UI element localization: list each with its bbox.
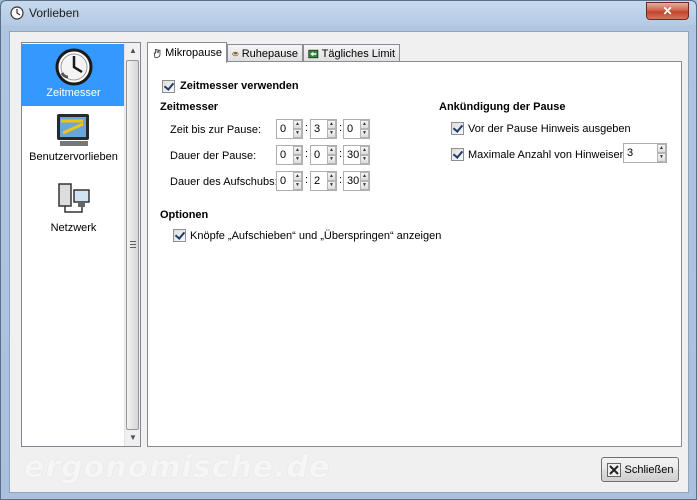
show-hint-label: Vor der Pause Hinweis ausgeben bbox=[468, 123, 631, 135]
scroll-down-icon[interactable]: ▼ bbox=[125, 430, 141, 446]
separator: : bbox=[339, 148, 343, 160]
watermark: ergonomische.de bbox=[24, 450, 331, 485]
sidebar-item-netzwerk[interactable]: Netzwerk bbox=[22, 176, 125, 238]
time-until-break-minutes[interactable]: 3 ▲ ▼ bbox=[310, 119, 337, 139]
clock-icon bbox=[55, 48, 92, 86]
sidebar-item-label: Netzwerk bbox=[50, 222, 97, 234]
hand-icon bbox=[153, 49, 161, 58]
show-hint-checkbox[interactable] bbox=[451, 122, 464, 135]
time-until-break-seconds[interactable]: 0 ▲ ▼ bbox=[343, 119, 370, 139]
max-hints-label: Maximale Anzahl von Hinweisen: bbox=[468, 149, 629, 161]
separator: : bbox=[305, 148, 309, 160]
scroll-thumb[interactable] bbox=[126, 60, 139, 430]
show-buttons-checkbox[interactable] bbox=[173, 229, 186, 242]
postpone-duration-label: Dauer des Aufschubs: bbox=[170, 176, 278, 188]
postpone-duration-seconds[interactable]: 30 ▲ ▼ bbox=[343, 171, 370, 191]
separator: : bbox=[305, 174, 309, 186]
use-timer-label: Zeitmesser verwenden bbox=[180, 80, 299, 92]
show-buttons-label: Knöpfe „Aufschieben“ und „Überspringen“ … bbox=[190, 230, 442, 242]
tab-panel-mikropause: Zeitmesser verwenden Zeitmesser Zeit bis… bbox=[147, 61, 682, 447]
sidebar-item-benutzervorlieben[interactable]: Benutzervorlieben bbox=[22, 109, 125, 171]
tab-label: Ruhepause bbox=[241, 47, 298, 60]
network-icon bbox=[57, 183, 90, 213]
tab-label: Tägliches Limit bbox=[321, 47, 395, 60]
use-timer-checkbox[interactable] bbox=[162, 80, 175, 93]
max-hints-checkbox[interactable] bbox=[451, 148, 464, 161]
sidebar-item-label: Benutzervorlieben bbox=[29, 151, 118, 163]
cup-icon bbox=[232, 51, 239, 56]
sidebar-item-label: Zeitmesser bbox=[46, 87, 101, 99]
break-duration-hours[interactable]: 0 ▲ ▼ bbox=[276, 145, 303, 165]
options-heading: Optionen bbox=[160, 209, 209, 221]
close-button[interactable]: Schließen bbox=[601, 457, 679, 482]
separator: : bbox=[339, 174, 343, 186]
sidebar-item-zeitmesser[interactable]: Zeitmesser bbox=[22, 44, 125, 106]
close-icon bbox=[606, 462, 621, 477]
preferences-icon bbox=[56, 114, 89, 146]
close-button-label: Schließen bbox=[624, 463, 674, 476]
timer-heading: Zeitmesser bbox=[160, 101, 219, 113]
window-title: Vorlieben bbox=[29, 6, 80, 20]
sidebar-scrollbar[interactable]: ▲ ▼ bbox=[124, 43, 140, 446]
window-close-button[interactable]: ✕ bbox=[646, 2, 689, 20]
limit-icon bbox=[308, 49, 319, 58]
app-icon bbox=[10, 6, 24, 20]
separator: : bbox=[305, 122, 309, 134]
announcement-heading: Ankündigung der Pause bbox=[439, 101, 566, 113]
time-until-break-label: Zeit bis zur Pause: bbox=[170, 124, 262, 136]
break-duration-seconds[interactable]: 30 ▲ ▼ bbox=[343, 145, 370, 165]
max-hints-spinner[interactable]: 3 ▲ ▼ bbox=[623, 143, 667, 163]
scroll-up-icon[interactable]: ▲ bbox=[125, 43, 141, 59]
preferences-window: Vorlieben ✕ Zeitmesser Benutzervorlieben… bbox=[0, 0, 697, 500]
time-until-break-hours[interactable]: 0 ▲ ▼ bbox=[276, 119, 303, 139]
tab-label: Mikropause bbox=[165, 47, 222, 59]
tab-ruhepause[interactable]: Ruhepause bbox=[227, 44, 303, 62]
category-list: Zeitmesser Benutzervorlieben Netzwerk ▲ … bbox=[21, 42, 141, 447]
postpone-duration-hours[interactable]: 0 ▲ ▼ bbox=[276, 171, 303, 191]
break-duration-minutes[interactable]: 0 ▲ ▼ bbox=[310, 145, 337, 165]
client-area: Zeitmesser Benutzervorlieben Netzwerk ▲ … bbox=[9, 31, 689, 493]
postpone-duration-minutes[interactable]: 2 ▲ ▼ bbox=[310, 171, 337, 191]
tab-taegliches-limit[interactable]: Tägliches Limit bbox=[303, 44, 400, 62]
tab-mikropause[interactable]: Mikropause bbox=[147, 42, 227, 63]
break-duration-label: Dauer der Pause: bbox=[170, 150, 257, 162]
separator: : bbox=[339, 122, 343, 134]
title-bar[interactable]: Vorlieben ✕ bbox=[1, 1, 696, 25]
